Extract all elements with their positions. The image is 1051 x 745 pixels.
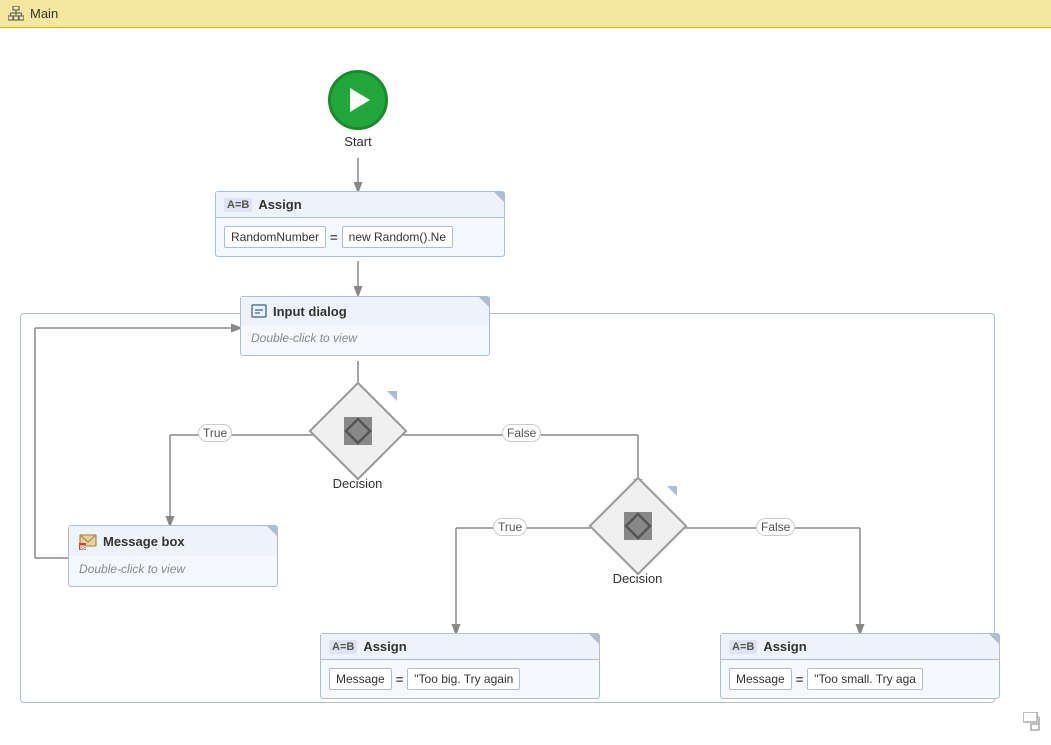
assign1-value: new Random().Ne [342,226,453,248]
assign2-header: A=B Assign [321,634,599,660]
assign2-value: "Too big. Try again [407,668,520,690]
input-dialog-header: Input dialog [241,297,489,325]
assign3-fold [985,634,999,648]
assign1-body: RandomNumber = new Random().Ne [216,218,504,256]
assign1-field: RandomNumber [224,226,326,248]
decision2-fold [665,486,677,498]
assign1-eq: = [330,230,338,245]
svg-text:✉: ✉ [80,545,86,550]
assign1-header: A=B Assign [216,192,504,218]
input-dialog-subtitle: Double-click to view [251,331,357,345]
assign3-field: Message [729,668,792,690]
assign2-title: Assign [363,639,406,654]
canvas: Start A=B Assign RandomNumber = new Rand… [0,28,1051,745]
assign3-header: A=B Assign [721,634,999,660]
assign2-field: Message [329,668,392,690]
false-label-1: False [502,424,541,442]
decision2-diamond-wrap[interactable] [600,488,675,563]
corner-expand-icon [1023,712,1043,732]
decision1-icon-svg [344,417,372,445]
assign2-icon: A=B [329,640,357,654]
corner-icon [1023,712,1043,737]
decision1-fold [385,391,397,403]
message-box-body: Double-click to view [69,556,277,586]
assign2-fold [585,634,599,648]
hierarchy-icon [8,6,24,22]
input-dialog-body: Double-click to view [241,325,489,355]
false-label-2: False [756,518,795,536]
assign2-row: Message = "Too big. Try again [329,668,591,690]
assign3-icon: A=B [729,640,757,654]
input-dialog-fold [475,297,489,311]
message-box-fold [263,526,277,540]
decision2-icon-svg [624,512,652,540]
assign3-row: Message = "Too small. Try aga [729,668,991,690]
assign1-node[interactable]: A=B Assign RandomNumber = new Random().N… [215,191,505,257]
decision1-node[interactable]: Decision [320,393,395,491]
assign2-node[interactable]: A=B Assign Message = "Too big. Try again [320,633,600,699]
assign3-eq: = [796,672,804,687]
message-box-node[interactable]: ✉ Message box Double-click to view [68,525,278,587]
true-label-2: True [493,518,527,536]
assign3-title: Assign [763,639,806,654]
start-label: Start [344,134,371,149]
input-dialog-title: Input dialog [273,304,347,319]
assign3-value: "Too small. Try aga [807,668,923,690]
message-box-title: Message box [103,534,185,549]
message-box-icon: ✉ [79,532,97,550]
assign1-fold [490,192,504,206]
assign3-node[interactable]: A=B Assign Message = "Too small. Try aga [720,633,1000,699]
decision2-inner-icon [624,512,652,540]
start-node[interactable]: Start [328,70,388,149]
assign1-row: RandomNumber = new Random().Ne [224,226,496,248]
decision1-inner-icon [344,417,372,445]
assign2-body: Message = "Too big. Try again [321,660,599,698]
title-bar: Main [0,0,1051,28]
true-label-1: True [198,424,232,442]
message-box-header: ✉ Message box [69,526,277,556]
start-circle[interactable] [328,70,388,130]
assign2-eq: = [396,672,404,687]
play-icon [350,88,370,112]
input-dialog-node[interactable]: Input dialog Double-click to view [240,296,490,356]
decision1-container[interactable]: Decision [320,393,395,491]
decision2-node[interactable]: Decision [600,488,675,586]
input-dialog-icon [251,303,267,319]
title-bar-text: Main [30,6,58,21]
assign1-title: Assign [258,197,301,212]
decision2-container[interactable]: Decision [600,488,675,586]
assign1-icon: A=B [224,198,252,212]
decision1-diamond-wrap[interactable] [320,393,395,468]
message-box-subtitle: Double-click to view [79,562,185,576]
assign3-body: Message = "Too small. Try aga [721,660,999,698]
